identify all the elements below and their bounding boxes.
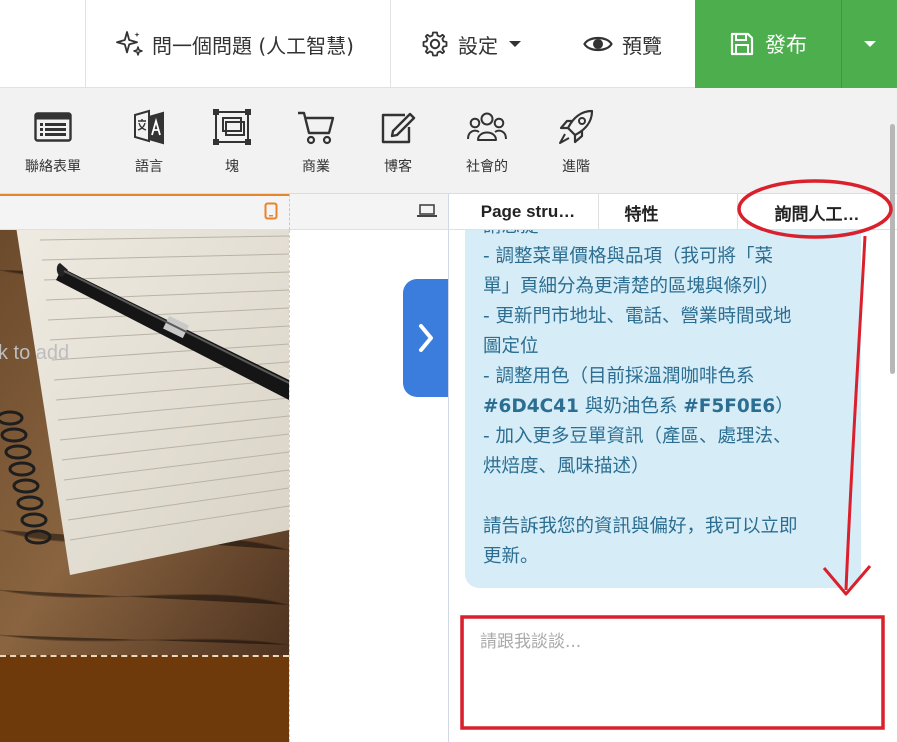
tool-contact-form[interactable]: 聯絡表單: [8, 106, 98, 176]
eye-icon: [583, 36, 613, 52]
block-icon: [211, 106, 253, 148]
publish-options-button[interactable]: [841, 0, 897, 88]
tab-properties[interactable]: 特性: [599, 194, 684, 230]
settings-button[interactable]: 設定: [420, 0, 522, 88]
right-panel: Page stru… 特性 詢問人工… 請您提 - 調整菜單價格與品項（我可將「…: [448, 194, 897, 742]
ai-message-text: 請您提 - 調整菜單價格與品項（我可將「菜 單」頁細分為更清楚的區塊與條列） -…: [483, 230, 843, 572]
message-line: - 調整用色（目前採溫潤咖啡色系: [483, 366, 755, 387]
message-line: [483, 482, 843, 512]
message-line: 請您提: [483, 230, 843, 242]
message-line: - 加入更多豆單資訊（產區、處理法、: [483, 426, 792, 447]
publish-button[interactable]: 發布: [695, 0, 841, 88]
caret-down-icon: [509, 41, 521, 47]
gear-icon: [422, 31, 448, 57]
tool-social[interactable]: 社會的: [442, 106, 532, 176]
color-code: #6D4C41: [483, 396, 579, 417]
canvas-device-bar: [0, 194, 448, 230]
ask-ai-label: 問一個問題 (人工智慧): [152, 33, 354, 58]
click-to-add-hint[interactable]: k to add: [0, 342, 69, 365]
message-line: 烘焙度、風味描述）: [483, 456, 650, 477]
tool-label: 博客: [384, 159, 412, 175]
caret-down-icon: [863, 41, 876, 47]
form-icon: [32, 106, 74, 148]
tab-divider: [737, 194, 738, 230]
message-color-line: #6D4C41 與奶油色系 #F5F0E6）: [483, 392, 843, 422]
publish-label: 發布: [765, 33, 807, 57]
top-bar-divider: [85, 0, 86, 88]
tool-block[interactable]: 塊: [187, 106, 277, 176]
sparkle-icon: [116, 31, 143, 56]
color-tail: ）: [775, 396, 794, 417]
hero-image: [0, 230, 289, 655]
tool-commerce[interactable]: 商業: [271, 106, 361, 176]
component-toolbar: 聯絡表單 語言 塊 商業 博客 社會的 進階: [0, 88, 897, 194]
ai-message-bubble: 請您提 - 調整菜單價格與品項（我可將「菜 單」頁細分為更清楚的區塊與條列） -…: [465, 230, 861, 588]
scrollbar[interactable]: [890, 124, 895, 374]
message-line: - 更新門市地址、電話、營業時間或地: [483, 306, 792, 327]
cart-icon: [295, 106, 337, 148]
tool-label: 語言: [135, 159, 163, 175]
color-joiner: 與奶油色系: [578, 396, 684, 417]
edit-icon: [377, 106, 419, 148]
laptop-icon[interactable]: [417, 204, 437, 218]
tool-advanced[interactable]: 進階: [531, 106, 621, 176]
top-bar: 問一個問題 (人工智慧) 設定 預覽 發布: [0, 0, 897, 88]
tool-language[interactable]: 語言: [104, 106, 194, 176]
tool-label: 塊: [225, 159, 239, 175]
footer-section[interactable]: [0, 655, 289, 742]
tool-blog[interactable]: 博客: [353, 106, 443, 176]
tool-label: 商業: [302, 159, 330, 175]
tablet-icon[interactable]: [264, 202, 278, 220]
ask-ai-button[interactable]: 問一個問題 (人工智慧): [114, 0, 354, 88]
message-line: 請告訴我您的資訊與偏好，我可以立即: [483, 516, 798, 537]
chevron-right-icon: [419, 324, 433, 352]
translate-icon: [128, 106, 170, 148]
tool-label: 聯絡表單: [25, 159, 81, 175]
message-line: 單」頁細分為更清楚的區塊與條列）: [483, 276, 780, 297]
column-guide: [289, 194, 290, 230]
settings-label: 設定: [458, 33, 498, 58]
column-guide: [289, 230, 290, 742]
message-line: 更新。: [483, 546, 539, 567]
tool-label: 進階: [562, 159, 590, 175]
chat-input[interactable]: [463, 616, 883, 728]
people-icon: [466, 106, 508, 148]
message-line: 圖定位: [483, 336, 539, 357]
panel-toggle-button[interactable]: [403, 279, 449, 397]
color-code: #F5F0E6: [683, 396, 776, 417]
top-bar-divider: [390, 0, 391, 88]
message-line: - 調整菜單價格與品項（我可將「菜: [483, 246, 774, 267]
panel-tabs: Page stru… 特性 詢問人工…: [449, 194, 897, 230]
tab-page-structure[interactable]: Page stru…: [461, 194, 595, 230]
tab-ask-ai[interactable]: 詢問人工…: [763, 194, 871, 230]
save-icon: [730, 32, 754, 56]
tool-label: 社會的: [466, 159, 508, 175]
selection-indicator: [0, 194, 289, 196]
preview-label: 預覽: [622, 33, 662, 58]
rocket-icon: [555, 106, 597, 148]
preview-button[interactable]: 預覽: [583, 0, 662, 88]
